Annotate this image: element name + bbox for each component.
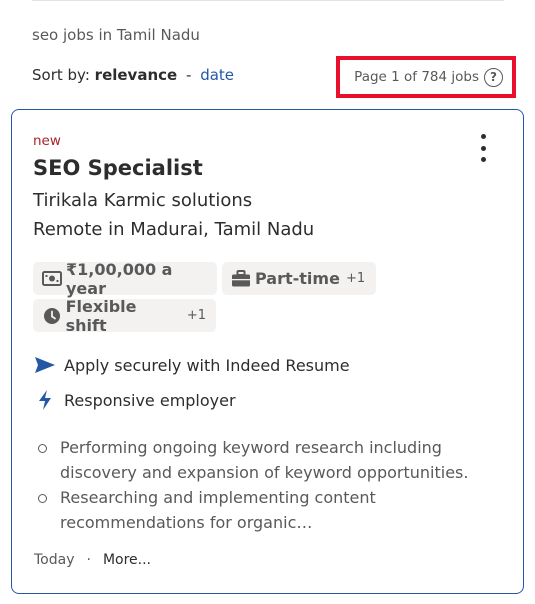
snippet-item: Performing ongoing keyword research incl… xyxy=(35,435,495,485)
sort-label: Sort by: xyxy=(32,66,90,84)
more-link[interactable]: More... xyxy=(103,552,151,568)
new-badge: new xyxy=(33,133,61,149)
responsive-employer-feature: Responsive employer xyxy=(34,389,236,411)
apply-feature-text: Apply securely with Indeed Resume xyxy=(64,355,350,375)
salary-text: ₹1,00,000 a year xyxy=(66,259,173,298)
shift-extra-count: +1 xyxy=(186,308,206,323)
job-type-extra-count: +1 xyxy=(345,271,366,286)
responsive-feature-text: Responsive employer xyxy=(64,390,236,410)
company-name: Tirikala Karmic solutions xyxy=(33,190,253,211)
more-vertical-icon[interactable] xyxy=(473,134,493,162)
briefcase-icon xyxy=(231,269,251,289)
job-type-tag: Part-time +1 xyxy=(222,262,376,295)
shift-text: Flexible shift xyxy=(65,296,137,335)
clock-icon xyxy=(42,306,62,326)
job-type-text: Part-time xyxy=(255,269,340,288)
job-title[interactable]: SEO Specialist xyxy=(33,156,203,180)
salary-tag: ₹1,00,000 a year xyxy=(33,259,217,298)
job-card[interactable]: new SEO Specialist Tirikala Karmic solut… xyxy=(11,109,524,594)
posted-date: Today xyxy=(34,552,75,568)
job-card-footer: Today · More... xyxy=(34,552,151,568)
send-arrow-icon xyxy=(34,354,56,376)
sort-controls: Sort by: relevance - date xyxy=(32,66,234,84)
sort-option-relevance: relevance xyxy=(94,66,178,84)
job-count-highlight-box: Page 1 of 784 jobs ? xyxy=(336,56,516,98)
shift-tag: Flexible shift +1 xyxy=(33,296,216,335)
sort-option-date-link[interactable]: date xyxy=(200,66,234,84)
sort-separator: - xyxy=(185,66,192,84)
job-location: Remote in Madurai, Tamil Nadu xyxy=(33,219,315,240)
snippet-item: Researching and implementing content rec… xyxy=(35,485,495,535)
help-circle-icon[interactable]: ? xyxy=(484,67,503,87)
money-icon xyxy=(42,269,62,289)
job-snippet: Performing ongoing keyword research incl… xyxy=(35,435,495,535)
search-context-heading: seo jobs in Tamil Nadu xyxy=(32,26,200,44)
footer-separator: · xyxy=(86,552,91,568)
top-divider xyxy=(32,0,504,1)
lightning-icon xyxy=(34,389,56,411)
apply-with-resume-feature: Apply securely with Indeed Resume xyxy=(34,354,350,376)
job-count-text: Page 1 of 784 jobs xyxy=(354,69,479,85)
